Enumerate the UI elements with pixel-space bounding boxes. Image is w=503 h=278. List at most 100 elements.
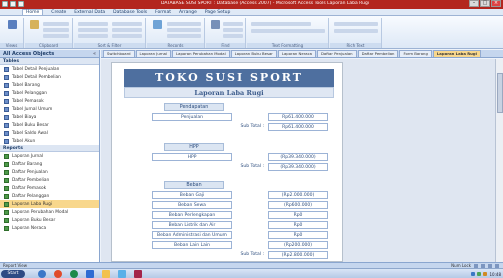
nav-report-item[interactable]: Laporan Jurnal <box>0 152 99 160</box>
group-label-find: Find <box>206 43 245 48</box>
nav-collapse-icon[interactable]: « <box>93 51 96 57</box>
copy-button[interactable] <box>43 28 69 32</box>
nav-report-item[interactable]: Laporan Perubahan Modal <box>0 208 99 216</box>
report-icon <box>4 161 9 167</box>
beban-label: Beban Gaji <box>152 191 232 199</box>
report-icon <box>4 209 9 215</box>
close-button[interactable]: × <box>491 0 501 7</box>
nav-item-label: Tabel Detail Penjualan <box>12 66 60 72</box>
nav-table-item[interactable]: Tabel Jurnal Umum <box>0 105 99 113</box>
nav-table-item[interactable]: Tabel Barang <box>0 81 99 89</box>
paste-button[interactable] <box>28 20 40 30</box>
save-icon[interactable] <box>2 1 8 7</box>
nav-report-item[interactable]: Laporan Laba Rugi <box>0 200 99 208</box>
report-icon <box>4 185 9 191</box>
nav-table-item[interactable]: Tabel Pelanggan <box>0 89 99 97</box>
nav-table-item[interactable]: Tabel Pemasok <box>0 97 99 105</box>
beban-value: Rp0 <box>268 221 328 229</box>
nav-table-item[interactable]: Tabel Buku Besar <box>0 121 99 129</box>
browser-icon[interactable] <box>38 270 46 278</box>
tab-arrange[interactable]: Arrange <box>179 10 197 15</box>
refresh-icon <box>152 20 162 29</box>
paragraph-buttons[interactable] <box>334 22 378 26</box>
penjualan-value: Rp61.400.000 <box>268 113 328 121</box>
nav-table-item[interactable]: Tabel Saldo Awal <box>0 129 99 137</box>
replace-button[interactable] <box>223 22 243 26</box>
format-painter-button[interactable] <box>43 34 69 38</box>
nav-report-item[interactable]: Daftar Barang <box>0 160 99 168</box>
new-record-button[interactable] <box>167 22 201 26</box>
tab-format[interactable]: Format <box>155 10 171 15</box>
advanced-button[interactable] <box>112 28 142 32</box>
nav-table-item[interactable]: Tabel Detail Pembelian <box>0 73 99 81</box>
document-tab[interactable]: Laporan Perubahan Modal <box>172 50 230 57</box>
document-tab[interactable]: Form Barang <box>399 50 432 57</box>
undo-icon[interactable] <box>10 1 16 7</box>
document-tab[interactable]: Laporan Laba Rugi <box>432 50 481 57</box>
nav-item-label: Tabel Barang <box>12 82 40 88</box>
tab-create[interactable]: Create <box>51 10 66 15</box>
redo-icon[interactable] <box>18 1 24 7</box>
tab-home[interactable]: Home <box>22 9 44 15</box>
go-to-button[interactable] <box>223 28 243 32</box>
tab-external-data[interactable]: External Data <box>74 10 105 15</box>
delete-record-button[interactable] <box>167 34 201 38</box>
folder-icon[interactable] <box>102 270 110 278</box>
paint-icon[interactable] <box>118 270 126 278</box>
tab-database-tools[interactable]: Database Tools <box>113 10 147 15</box>
vertical-scrollbar[interactable] <box>495 59 503 262</box>
start-button[interactable]: Start <box>1 270 25 278</box>
document-tab[interactable]: Daftar Penjualan <box>317 50 357 57</box>
nav-category-tables[interactable]: Tables <box>0 58 99 65</box>
nav-report-item[interactable]: Daftar Penjualan <box>0 168 99 176</box>
cut-button[interactable] <box>43 22 69 26</box>
document-tab[interactable]: Daftar Pembelian <box>357 50 399 57</box>
refresh-all-button[interactable] <box>150 20 164 30</box>
document-tab[interactable]: Laporan Buku Besar <box>230 50 277 57</box>
nav-report-item[interactable]: Laporan Buku Besar <box>0 216 99 224</box>
access-icon[interactable] <box>134 270 142 278</box>
clear-sort-button[interactable] <box>78 34 108 38</box>
nav-report-item[interactable]: Daftar Pelanggan <box>0 192 99 200</box>
nav-report-item[interactable]: Daftar Pembelian <box>0 176 99 184</box>
network-icon[interactable] <box>471 272 476 276</box>
document-tab[interactable]: Switchboard <box>103 50 135 57</box>
view-button[interactable] <box>3 20 21 30</box>
system-tray: 10:48 <box>471 270 501 278</box>
volume-icon[interactable] <box>477 272 482 276</box>
document-tab[interactable]: Laporan Jurnal <box>135 50 172 57</box>
list-buttons[interactable] <box>334 29 378 33</box>
view-icon <box>7 20 17 29</box>
font-style-buttons[interactable] <box>251 29 325 33</box>
taskbar: Start 10:48 <box>0 268 503 278</box>
subtotal-hpp-label: Sub Total : <box>240 164 264 169</box>
select-button[interactable] <box>223 34 243 38</box>
maximize-button[interactable]: □ <box>480 0 490 7</box>
ascending-button[interactable] <box>78 22 108 26</box>
descending-button[interactable] <box>78 28 108 32</box>
nav-table-item[interactable]: Tabel Akun <box>0 137 99 145</box>
word-icon[interactable] <box>86 270 94 278</box>
save-record-button[interactable] <box>167 28 201 32</box>
nav-report-item[interactable]: Laporan Neraca <box>0 224 99 232</box>
document-tab[interactable]: Laporan Neraca <box>277 50 316 57</box>
clock[interactable]: 10:48 <box>489 272 501 277</box>
nav-table-item[interactable]: Tabel Detail Penjualan <box>0 65 99 73</box>
font-select[interactable] <box>251 22 311 26</box>
toggle-filter-button[interactable] <box>112 34 142 38</box>
minimize-button[interactable]: – <box>469 0 479 7</box>
nav-report-item[interactable]: Daftar Pemasok <box>0 184 99 192</box>
scrollbar-thumb[interactable] <box>497 73 503 113</box>
tab-page-setup[interactable]: Page Setup <box>205 10 230 15</box>
media-icon[interactable] <box>70 270 78 278</box>
group-label-records: Records <box>147 43 204 48</box>
nav-category-reports[interactable]: Reports <box>0 145 99 152</box>
subtotal-beban-label: Sub Total : <box>240 252 264 257</box>
nav-table-item[interactable]: Tabel Biaya <box>0 113 99 121</box>
find-button[interactable] <box>209 20 221 30</box>
chrome-icon[interactable] <box>54 270 62 278</box>
nav-header[interactable]: All Access Objects « <box>0 50 99 58</box>
battery-icon[interactable] <box>483 272 488 276</box>
company-banner: TOKO SUSI SPORT <box>124 69 334 87</box>
selection-button[interactable] <box>112 22 142 26</box>
